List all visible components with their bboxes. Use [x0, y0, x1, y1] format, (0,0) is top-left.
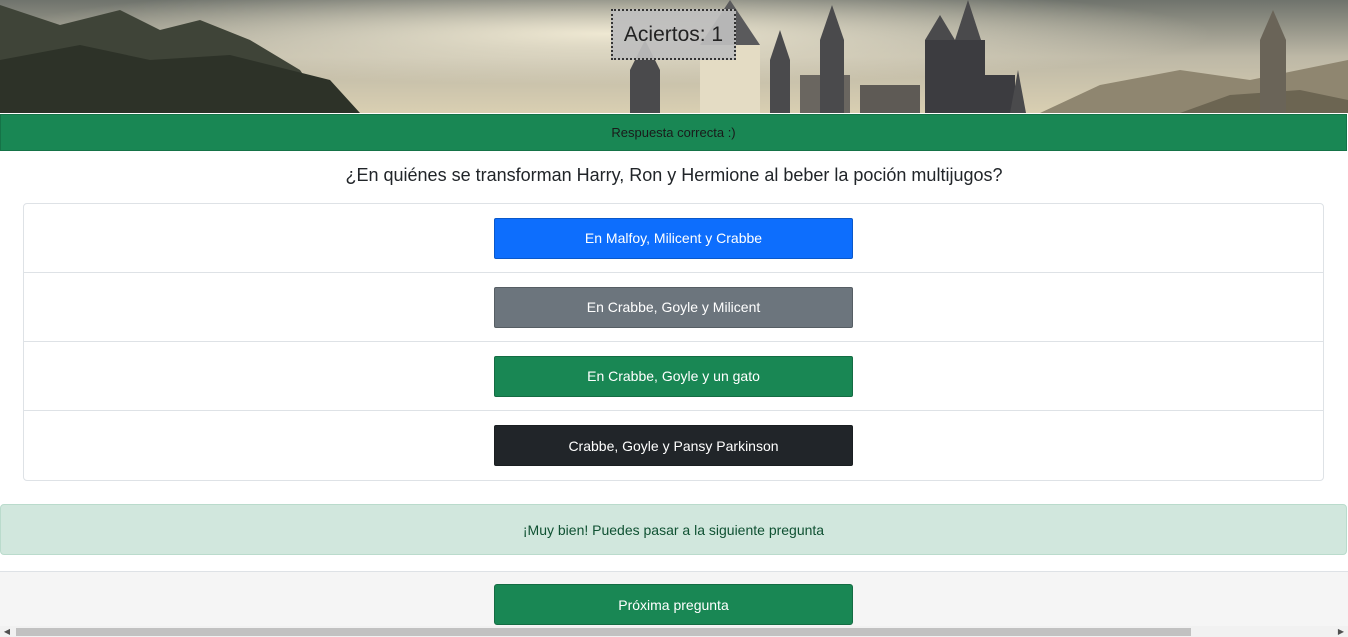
- answer-option-button-2[interactable]: En Crabbe, Goyle y Milicent: [494, 286, 853, 328]
- answer-option-button-4[interactable]: Crabbe, Goyle y Pansy Parkinson: [494, 425, 853, 466]
- score-counter: Aciertos: 1: [611, 9, 736, 60]
- answer-option-button-3[interactable]: En Crabbe, Goyle y un gato: [494, 355, 853, 397]
- answer-status-bar: Respuesta correcta :): [0, 114, 1347, 151]
- quiz-page: Aciertos: 1 Respuesta correcta :) ¿En qu…: [0, 0, 1348, 637]
- next-question-button[interactable]: Próxima pregunta: [494, 584, 853, 625]
- list-item: Crabbe, Goyle y Pansy Parkinson: [24, 411, 1323, 480]
- header-banner: Aciertos: 1: [0, 0, 1348, 113]
- scrollbar-thumb[interactable]: [16, 628, 1191, 636]
- list-item: En Crabbe, Goyle y Milicent: [24, 273, 1323, 342]
- question-text: ¿En quiénes se transforman Harry, Ron y …: [345, 165, 1003, 185]
- scroll-right-arrow-icon[interactable]: ▶: [1334, 626, 1348, 637]
- list-item: En Crabbe, Goyle y un gato: [24, 342, 1323, 411]
- scroll-left-arrow-icon[interactable]: ◀: [0, 626, 14, 637]
- horizontal-scrollbar[interactable]: ◀ ▶: [0, 626, 1348, 637]
- list-item: En Malfoy, Milicent y Crabbe: [24, 204, 1323, 273]
- answer-options-list: En Malfoy, Milicent y Crabbe En Crabbe, …: [23, 203, 1324, 481]
- answer-option-button-1[interactable]: En Malfoy, Milicent y Crabbe: [494, 217, 853, 259]
- feedback-alert: ¡Muy bien! Puedes pasar a la siguiente p…: [0, 504, 1347, 555]
